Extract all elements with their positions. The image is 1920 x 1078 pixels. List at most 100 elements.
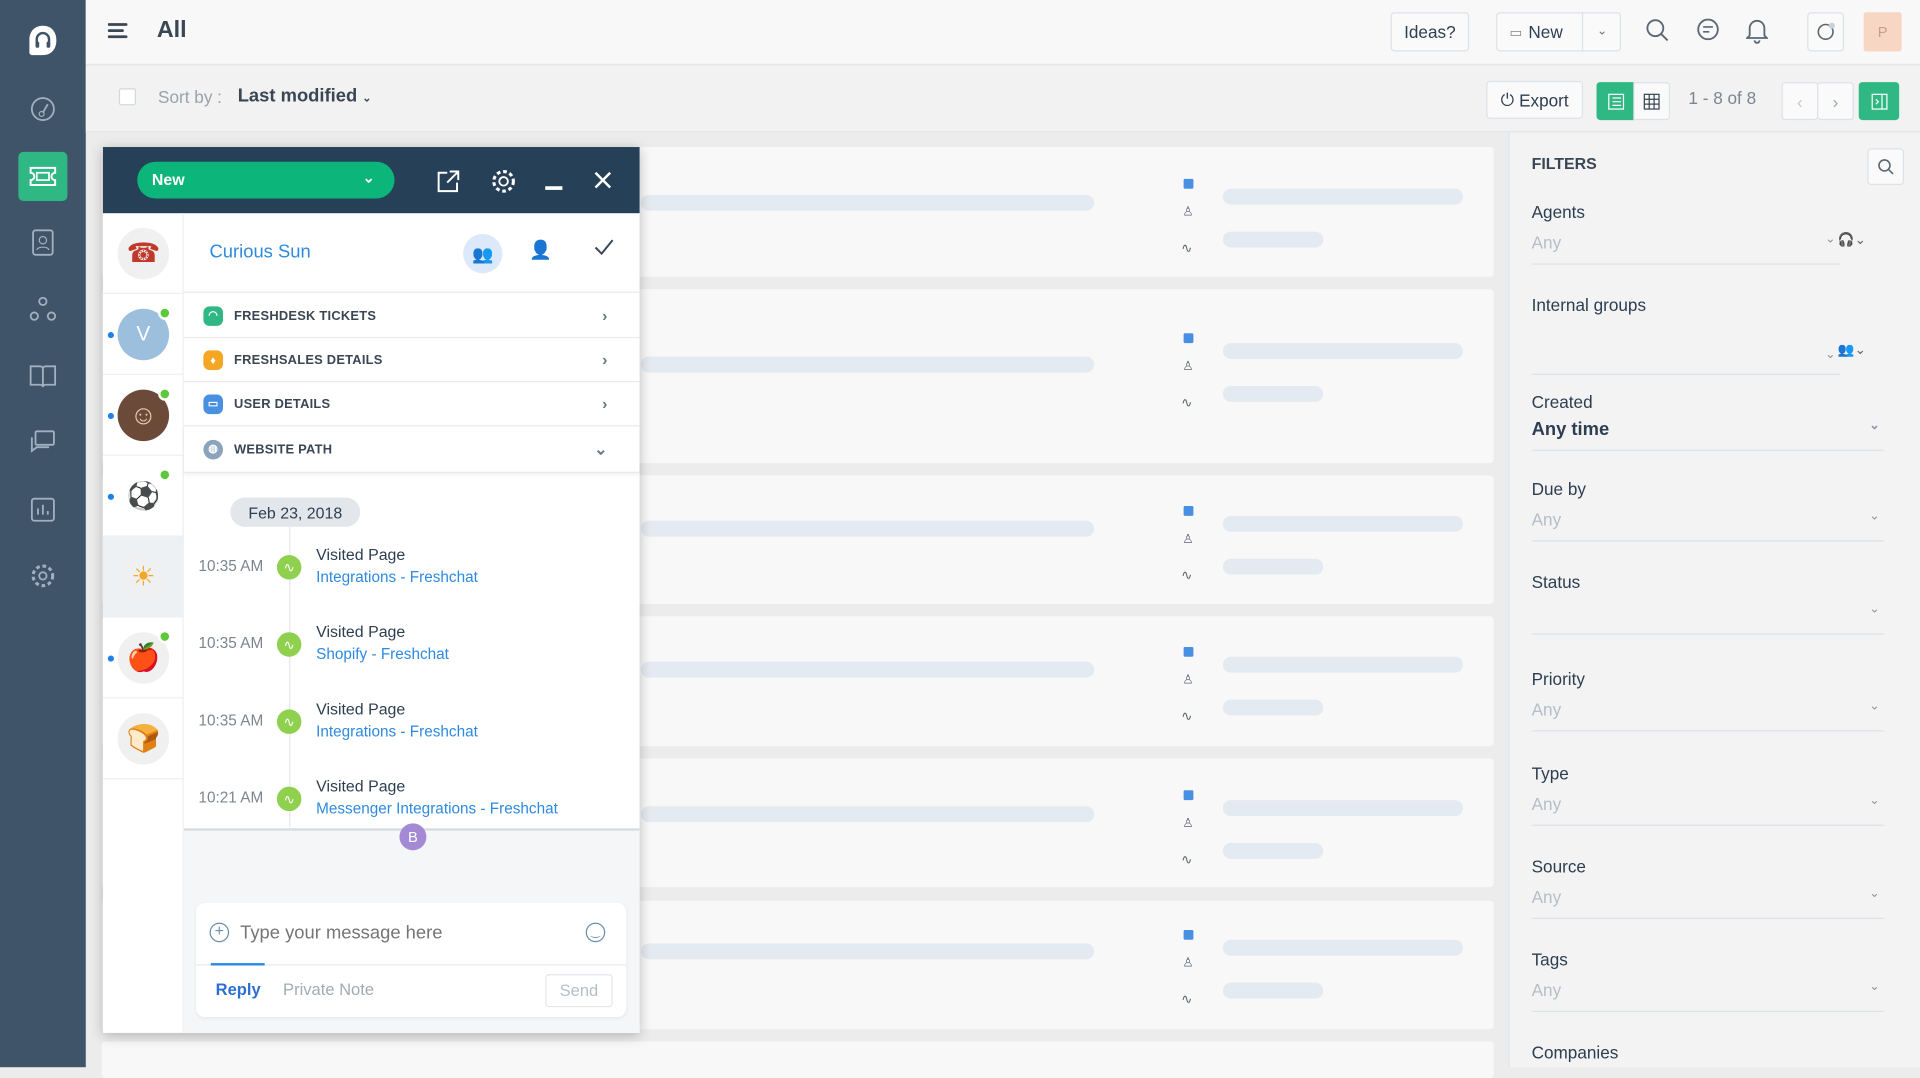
table-view-icon[interactable]	[1633, 82, 1671, 121]
new-dropdown-chevron-icon[interactable]: ⌄	[1581, 13, 1621, 51]
tab-reply[interactable]: Reply	[216, 980, 261, 998]
sidebar-nav	[0, 0, 86, 1068]
timeline-entry: 10:35 AM ∿ Visited Page Integrations - Fres…	[184, 545, 640, 606]
section-label: WEBSITE PATH	[234, 441, 333, 457]
section-freshsales-details[interactable]: ♦ FRESHSALES DETAILS ›	[183, 338, 640, 383]
user-avatar[interactable]: P	[1863, 12, 1902, 52]
select-all-checkbox[interactable]	[118, 88, 137, 106]
filter-value: Any time	[1531, 419, 1610, 440]
reports-icon[interactable]	[18, 485, 67, 534]
avatar-initial: V	[136, 321, 151, 345]
filter-label: Source	[1531, 856, 1586, 877]
meta-placeholder	[1222, 843, 1324, 860]
avatar: 🍞	[117, 712, 170, 764]
notifications-bell-icon[interactable]	[1745, 17, 1770, 50]
pulse-icon: ∿	[276, 786, 302, 812]
status-dropdown[interactable]: New ⌄	[137, 161, 395, 199]
filter-select-tags[interactable]: Any ⌄	[1531, 980, 1885, 1013]
new-button[interactable]: ▭ New ⌄	[1496, 12, 1622, 52]
status-placeholder	[1222, 188, 1463, 205]
conversation-item-apple[interactable]: 🍎	[102, 618, 184, 699]
conversation-item-v[interactable]: V	[102, 294, 184, 375]
avatar: ☺	[117, 386, 172, 441]
page-link[interactable]: Shopify - Freshchat	[316, 646, 449, 663]
filter-select-created[interactable]: Any time ⌄	[1531, 419, 1885, 451]
agent-person-icon: ♙	[1182, 206, 1194, 220]
search-icon[interactable]	[1646, 18, 1671, 49]
send-button[interactable]: Send	[545, 974, 613, 1008]
globe-icon: ◍	[203, 439, 223, 459]
toggle-filters-icon[interactable]	[1858, 82, 1900, 121]
conversation-item-person-photo[interactable]: ☺	[102, 375, 184, 456]
list-view-icon[interactable]	[1596, 82, 1635, 121]
conversation-item-sun[interactable]: ☀	[102, 536, 184, 618]
hamburger-menu-icon[interactable]	[107, 21, 128, 47]
sort-dropdown[interactable]: Last modified ⌄	[238, 86, 372, 107]
settings-icon[interactable]	[18, 551, 67, 600]
group-icon[interactable]: 👥⌄	[1838, 342, 1866, 358]
assign-agent-icon[interactable]: 👤	[529, 239, 552, 261]
conversation-item-phone[interactable]: ☎	[102, 213, 184, 295]
chat-icon[interactable]	[1696, 18, 1721, 49]
ideas-button[interactable]: Ideas?	[1390, 12, 1470, 52]
ticket-card[interactable]	[101, 1041, 1494, 1078]
assign-group-icon[interactable]: 👥	[463, 234, 503, 274]
freshdesk-logo-icon[interactable]	[18, 16, 67, 65]
knowledge-base-icon[interactable]	[18, 352, 67, 401]
section-label: USER DETAILS	[234, 396, 331, 412]
filters-panel: FILTERS Agents Any ⌄ 🎧⌄ Internal groups ⌄ 👥⌄ Cr…	[1508, 132, 1920, 1068]
filter-search-icon[interactable]	[1867, 148, 1905, 186]
attach-plus-icon[interactable]: +	[209, 923, 230, 943]
user-details-icon: ▭	[203, 393, 223, 414]
filter-label: Status	[1531, 572, 1581, 592]
social-icon[interactable]	[18, 284, 67, 333]
filter-value: Any	[1531, 509, 1562, 530]
settings-gear-icon[interactable]	[490, 168, 517, 201]
filter-select-priority[interactable]: Any ⌄	[1531, 699, 1885, 732]
open-external-icon[interactable]	[436, 169, 461, 200]
page-link[interactable]: Integrations - Freshchat	[316, 569, 478, 586]
entry-time: 10:35 AM	[198, 557, 264, 575]
section-user-details[interactable]: ▭ USER DETAILS ›	[183, 382, 640, 427]
filter-select-internal-groups[interactable]: ⌄	[1531, 326, 1841, 375]
sort-toolbar: Sort by : Last modified ⌄ ⏻ Export 1 - 8 …	[85, 66, 1920, 133]
filter-value: Any	[1531, 887, 1562, 907]
tab-private-note[interactable]: Private Note	[283, 980, 374, 998]
section-website-path[interactable]: ◍ WEBSITE PATH ⌄	[183, 426, 640, 473]
conversation-item-soccer-ball[interactable]: ⚽	[102, 456, 184, 537]
message-input[interactable]	[240, 917, 571, 948]
chevron-down-icon: ⌄	[1869, 509, 1880, 524]
chevron-down-icon: ⌄	[362, 169, 375, 187]
chevron-down-icon: ⌄	[1869, 699, 1880, 714]
freshchat-toggle-icon[interactable]	[1807, 12, 1845, 52]
prev-page-button[interactable]: ‹	[1781, 82, 1819, 121]
next-page-button[interactable]: ›	[1817, 82, 1854, 121]
chevron-down-icon: ⌄	[594, 439, 608, 458]
section-freshdesk-tickets[interactable]: ◠ FRESHDESK TICKETS ›	[183, 294, 640, 339]
page-link[interactable]: Messenger Integrations - Freshchat	[316, 800, 558, 817]
dashboard-icon[interactable]	[18, 85, 67, 134]
contacts-icon[interactable]	[18, 218, 67, 267]
page-link[interactable]: Integrations - Freshchat	[316, 723, 478, 740]
filter-select-due-by[interactable]: Any ⌄	[1531, 509, 1885, 542]
priority-square-icon	[1183, 929, 1194, 940]
close-icon[interactable]	[594, 171, 612, 195]
conversation-item-toast[interactable]: 🍞	[102, 698, 184, 780]
contact-name[interactable]: Curious Sun	[210, 241, 311, 262]
filter-select-source[interactable]: Any ⌄	[1531, 887, 1885, 919]
forums-icon[interactable]	[18, 418, 67, 467]
filter-value: Any	[1531, 793, 1562, 814]
online-status-dot	[158, 386, 172, 401]
resolve-check-icon[interactable]	[593, 236, 615, 264]
filter-select-agents[interactable]: Any ⌄	[1531, 233, 1841, 265]
status-placeholder	[1222, 515, 1463, 532]
freshchat-widget: New ⌄ ☎ V ☺ ⚽ ☀ 🍎 🍞 Curious Sun 👥 👤 ◠ FRESHDESK …	[102, 147, 640, 1033]
tickets-icon[interactable]	[18, 151, 68, 201]
export-button[interactable]: ⏻ Export	[1486, 80, 1584, 119]
agent-headset-icon[interactable]: 🎧⌄	[1838, 232, 1866, 248]
filter-select-status[interactable]: ⌄	[1531, 603, 1885, 635]
page-title: All	[156, 17, 187, 43]
emoji-icon[interactable]: ‿	[585, 922, 606, 943]
minimize-icon[interactable]	[545, 186, 563, 190]
filter-select-type[interactable]: Any ⌄	[1531, 793, 1885, 826]
